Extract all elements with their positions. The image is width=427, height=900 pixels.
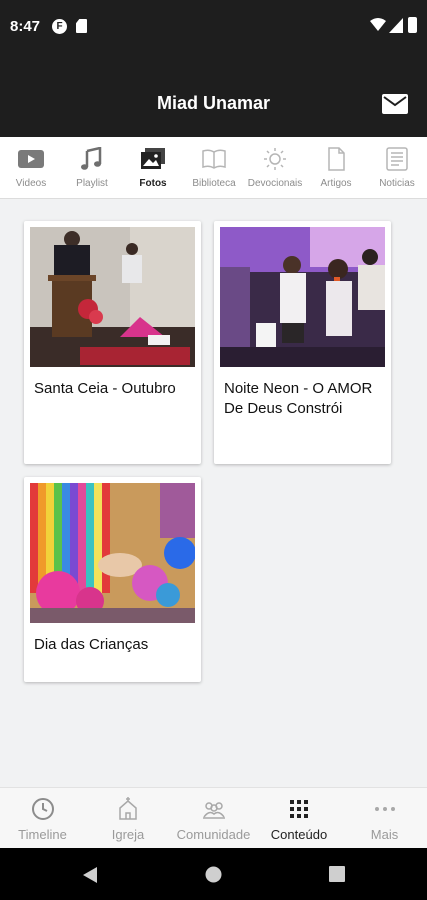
album-photo <box>30 227 195 367</box>
music-note-icon <box>81 147 102 170</box>
mail-icon[interactable] <box>382 94 408 114</box>
album-title: Dia das Crianças <box>34 636 149 653</box>
album-photo <box>220 227 385 367</box>
clock-icon <box>31 798 54 820</box>
nav-mais[interactable]: Mais <box>342 788 427 849</box>
newspaper-icon <box>386 147 408 171</box>
signal-icon <box>389 18 403 33</box>
back-icon[interactable] <box>82 866 98 884</box>
church-icon <box>119 797 137 820</box>
video-icon <box>18 150 44 168</box>
album-photo <box>30 483 195 623</box>
sd-card-icon <box>76 19 87 33</box>
tab-videos[interactable]: Videos <box>1 137 61 199</box>
community-icon <box>202 802 225 819</box>
wifi-icon <box>370 18 386 31</box>
f-app-icon: F <box>52 19 67 34</box>
app-title: Miad Unamar <box>156 93 271 113</box>
photos-icon <box>141 148 165 169</box>
battery-icon <box>408 17 417 33</box>
home-icon[interactable] <box>205 866 222 883</box>
document-icon <box>328 147 345 171</box>
grid-icon <box>290 800 308 818</box>
nav-label: Mais <box>370 827 399 842</box>
status-bar: 8:47 F <box>0 0 427 58</box>
tab-artigos[interactable]: Artigos <box>306 137 366 199</box>
tab-devocionais[interactable]: Devocionais <box>245 137 305 199</box>
sun-icon <box>264 148 286 170</box>
album-card[interactable]: Santa Ceia - Outubro <box>24 221 201 464</box>
more-dots-icon <box>374 807 395 811</box>
tab-label: Noticias <box>379 178 415 189</box>
album-card[interactable]: Noite Neon - O AMOR De Deus Constrói <box>214 221 391 464</box>
system-navigation-bar <box>0 848 427 900</box>
tab-playlist[interactable]: Playlist <box>62 137 122 199</box>
album-card[interactable]: Dia das Crianças <box>24 477 201 682</box>
album-title: Noite Neon - O AMOR De Deus Constrói <box>224 380 373 417</box>
book-icon <box>202 149 226 169</box>
recents-icon[interactable] <box>329 866 345 882</box>
status-time: 8:47 <box>10 18 41 35</box>
content-tabs: Videos Playlist Fotos Biblioteca Devocio… <box>0 137 427 199</box>
tab-biblioteca[interactable]: Biblioteca <box>184 137 244 199</box>
tab-fotos[interactable]: Fotos <box>123 137 183 199</box>
album-title: Santa Ceia - Outubro <box>34 380 176 397</box>
tab-noticias[interactable]: Noticias <box>367 137 427 199</box>
app-bar: Miad Unamar <box>0 58 427 137</box>
bottom-navigation: Timeline Igreja Comunidade Conteúdo Mais <box>0 787 427 848</box>
